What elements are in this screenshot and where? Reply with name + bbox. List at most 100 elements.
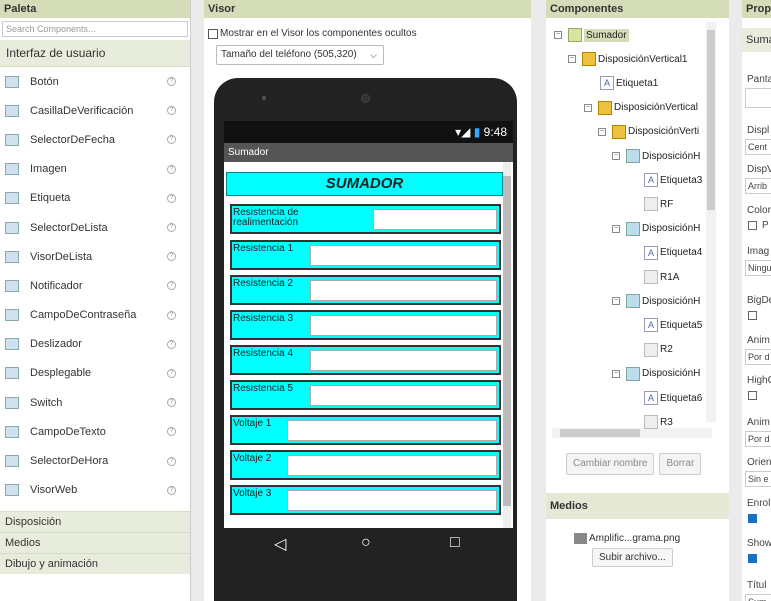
tree-node[interactable]: − DisposiciónH <box>612 221 700 236</box>
palette-item[interactable]: Etiqueta? <box>0 184 190 213</box>
help-icon[interactable]: ? <box>167 339 176 349</box>
property-value[interactable]: Ningu <box>745 260 771 276</box>
help-icon[interactable]: ? <box>167 252 176 262</box>
category-media[interactable]: Medios <box>0 531 190 553</box>
collapse-icon[interactable]: − <box>554 31 562 39</box>
screen-title[interactable]: SUMADOR <box>226 172 503 196</box>
palette-item[interactable]: VisorWeb? <box>0 476 190 505</box>
palette-item[interactable]: Botón? <box>0 67 190 96</box>
property-checkbox[interactable] <box>748 221 757 230</box>
tree-node[interactable]: − Sumador <box>554 28 629 42</box>
help-icon[interactable]: ? <box>167 77 176 87</box>
tree-node[interactable]: − DisposiciónH <box>612 366 700 381</box>
help-icon[interactable]: ? <box>167 427 176 437</box>
palette-item[interactable]: Desplegable? <box>0 359 190 388</box>
palette-item[interactable]: Notificador? <box>0 271 190 300</box>
delete-button[interactable]: Borrar <box>659 453 702 475</box>
tree-node[interactable]: R3 <box>644 415 673 430</box>
category-layout[interactable]: Disposición <box>0 510 190 532</box>
row-textbox[interactable] <box>287 490 497 511</box>
tree-node[interactable]: − DisposiciónH <box>612 149 700 163</box>
collapse-icon[interactable]: − <box>612 224 620 233</box>
tree-node[interactable]: A Etiqueta4 <box>644 245 702 260</box>
property-checkbox[interactable] <box>748 311 757 320</box>
property-value[interactable]: Por d <box>745 431 771 447</box>
row-textbox[interactable] <box>310 245 497 266</box>
help-icon[interactable]: ? <box>167 193 176 203</box>
show-hidden-checkbox[interactable] <box>208 28 218 39</box>
help-icon[interactable]: ? <box>167 281 176 291</box>
palette-item[interactable]: Imagen? <box>0 155 190 184</box>
category-drawing[interactable]: Dibujo y animación <box>0 552 190 574</box>
collapse-icon[interactable]: − <box>612 297 620 306</box>
tree-node[interactable]: R1A <box>644 270 679 284</box>
rename-button[interactable]: Cambiar nombre <box>566 453 655 475</box>
show-hidden-checkbox-row[interactable]: Mostrar en el Visor los componentes ocul… <box>208 28 531 39</box>
help-icon[interactable]: ? <box>167 485 176 495</box>
help-icon[interactable]: ? <box>167 368 176 378</box>
tree-node[interactable]: A Etiqueta5 <box>644 318 702 333</box>
help-icon[interactable]: ? <box>167 223 176 233</box>
help-icon[interactable]: ? <box>167 106 176 116</box>
property-value[interactable]: Sum <box>745 594 771 601</box>
tree-node[interactable]: − DisposiciónVertical1 <box>568 52 688 67</box>
tree-node[interactable]: R2 <box>644 342 673 357</box>
upload-button[interactable]: Subir archivo... <box>592 548 673 567</box>
palette-item[interactable]: CampoDeTexto? <box>0 417 190 446</box>
tree-node[interactable]: − DisposiciónVerti <box>598 124 699 139</box>
property-value[interactable]: Cent <box>745 139 771 155</box>
label-icon: A <box>644 245 658 260</box>
property-value[interactable] <box>745 88 771 108</box>
collapse-icon[interactable]: − <box>612 152 620 160</box>
palette-item[interactable]: Switch? <box>0 388 190 417</box>
palette-item[interactable]: SelectorDeLista? <box>0 213 190 242</box>
palette-item[interactable]: SelectorDeHora? <box>0 446 190 475</box>
palette-item[interactable]: CasillaDeVerificación? <box>0 96 190 125</box>
category-user-interface[interactable]: Interfaz de usuario <box>0 40 190 67</box>
property-checkbox[interactable] <box>748 514 757 523</box>
properties-component-tab[interactable]: Suma <box>742 28 771 52</box>
help-icon[interactable]: ? <box>167 164 176 174</box>
phone-size-select[interactable]: Tamaño del teléfono (505,320) ⌵ <box>216 45 384 65</box>
palette-item[interactable]: SelectorDeFecha? <box>0 125 190 154</box>
help-icon[interactable]: ? <box>167 398 176 408</box>
property-value[interactable]: Arrib <box>745 178 771 194</box>
palette-item[interactable]: Deslizador? <box>0 330 190 359</box>
help-icon[interactable]: ? <box>167 310 176 320</box>
collapse-icon[interactable]: − <box>568 55 576 64</box>
media-file-item[interactable]: Amplific...grama.png <box>574 533 729 544</box>
row-textbox[interactable] <box>287 420 497 441</box>
row-textbox[interactable] <box>373 209 497 230</box>
screen-scrollbar[interactable] <box>503 162 511 547</box>
palette-item[interactable]: CampoDeContraseña? <box>0 301 190 330</box>
property-value[interactable]: Por d <box>745 349 771 365</box>
collapse-icon[interactable]: − <box>584 103 592 112</box>
tree-node[interactable]: RF <box>644 197 673 212</box>
collapse-icon[interactable]: − <box>612 369 620 378</box>
property-checkbox[interactable] <box>748 391 757 400</box>
tree-horizontal-scrollbar[interactable] <box>552 428 712 438</box>
palette-item[interactable]: VisorDeLista? <box>0 242 190 271</box>
tree-node[interactable]: − DisposiciónVertical <box>584 100 698 115</box>
media-file-name: Amplific...grama.png <box>589 533 681 544</box>
tree-node[interactable]: A Etiqueta3 <box>644 173 702 188</box>
property-value[interactable]: Sin e <box>745 471 771 487</box>
home-icon[interactable]: ○ <box>361 534 371 552</box>
row-textbox[interactable] <box>310 280 497 301</box>
tree-node[interactable]: − DisposiciónH <box>612 294 700 309</box>
row-textbox[interactable] <box>310 350 497 371</box>
tree-node[interactable]: A Etiqueta1 <box>600 76 658 91</box>
search-input[interactable]: Search Components... <box>2 21 188 37</box>
help-icon[interactable]: ? <box>167 456 176 466</box>
row-textbox[interactable] <box>310 385 497 406</box>
tree-node[interactable]: A Etiqueta6 <box>644 391 702 405</box>
phone-screen[interactable]: SUMADOR Resistencia de realimentación Res… <box>224 162 513 547</box>
tree-vertical-scrollbar[interactable] <box>706 22 716 422</box>
row-textbox[interactable] <box>287 455 497 476</box>
help-icon[interactable]: ? <box>167 135 176 145</box>
property-checkbox[interactable] <box>748 554 757 563</box>
row-textbox[interactable] <box>310 315 497 336</box>
back-icon[interactable]: ◁ <box>274 534 286 554</box>
collapse-icon[interactable]: − <box>598 127 606 136</box>
recent-apps-icon[interactable]: □ <box>450 534 460 552</box>
